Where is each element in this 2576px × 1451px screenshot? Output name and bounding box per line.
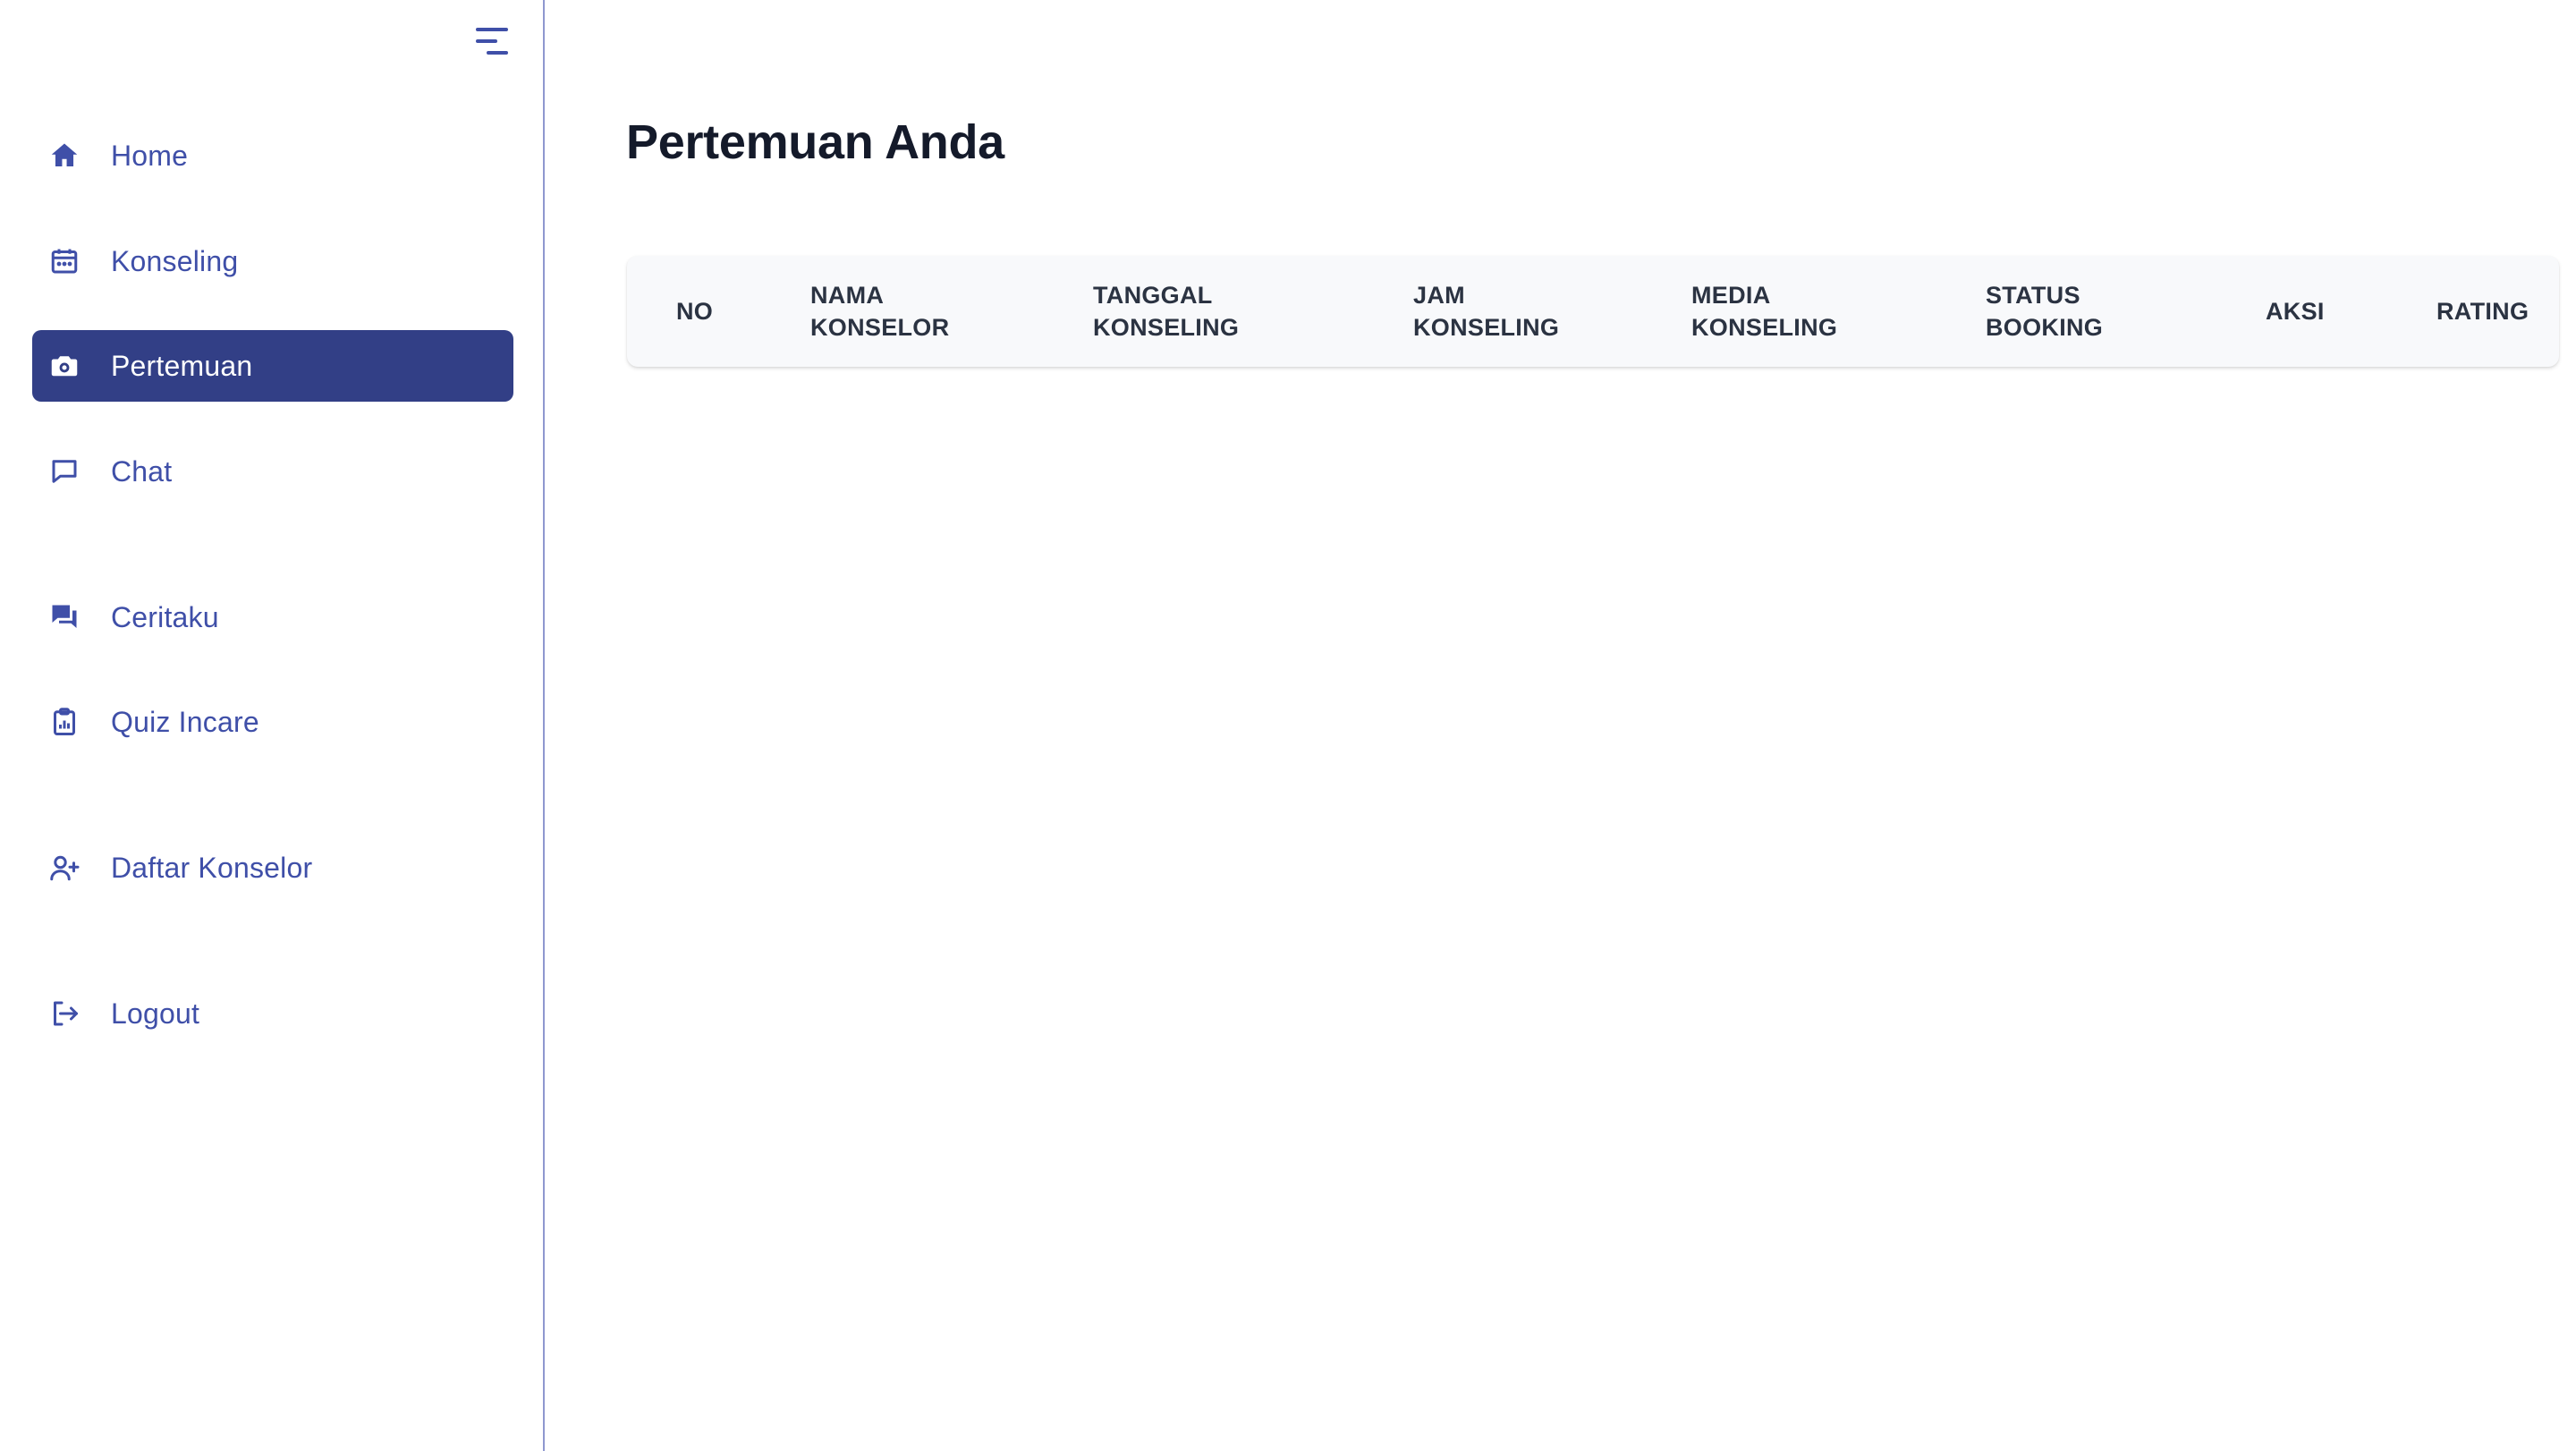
sidebar-item-label: Home: [111, 139, 189, 172]
sidebar-item-label: Daftar Konselor: [111, 851, 313, 884]
sidebar-item-label: Pertemuan: [111, 349, 253, 382]
calendar-icon: [48, 245, 80, 277]
sidebar-item-label: Chat: [111, 454, 173, 488]
logout-icon: [48, 997, 80, 1030]
sidebar-item-label: Konseling: [111, 244, 239, 277]
page-title: Pertemuan Anda: [626, 115, 1004, 169]
menu-toggle-icon[interactable]: [472, 23, 512, 59]
column-header-jam-konseling: JAM KONSELING: [1413, 282, 1560, 341]
sidebar-item-ceritaku[interactable]: Ceritaku: [32, 581, 513, 653]
sidebar-item-chat[interactable]: Chat: [32, 436, 513, 507]
sidebar-item-label: Logout: [111, 997, 200, 1030]
clipboard-chart-icon: [48, 706, 80, 738]
column-header-rating: RATING: [2436, 298, 2529, 325]
sidebar-item-label: Ceritaku: [111, 600, 219, 633]
chat-bubble-icon: [48, 455, 80, 488]
camera-icon: [48, 350, 80, 382]
column-header-status-booking: STATUS BOOKING: [1986, 282, 2104, 341]
meetings-table: NO NAMA KONSELOR TANGGAL KONSELING JAM KONS…: [627, 256, 2559, 367]
column-header-no: NO: [676, 298, 714, 325]
sidebar-item-daftar-konselor[interactable]: Daftar Konselor: [32, 832, 513, 904]
home-icon: [48, 140, 80, 172]
sidebar: Home Konseling Pertemuan Chat Ceritaku Q…: [0, 0, 545, 1451]
chat-alt-icon: [48, 601, 80, 633]
sidebar-item-pertemuan[interactable]: Pertemuan: [32, 330, 513, 402]
column-header-tanggal-konseling: TANGGAL KONSELING: [1093, 282, 1240, 341]
column-header-media-konseling: MEDIA KONSELING: [1691, 282, 1838, 341]
sidebar-item-home[interactable]: Home: [32, 120, 513, 191]
sidebar-item-quiz-incare[interactable]: Quiz Incare: [32, 686, 513, 758]
column-header-nama-konselor: NAMA KONSELOR: [810, 282, 950, 341]
main-content: Pertemuan Anda NO NAMA KONSELOR TANGGAL KO…: [547, 0, 2576, 1451]
sidebar-item-konseling[interactable]: Konseling: [32, 225, 513, 297]
sidebar-item-label: Quiz Incare: [111, 705, 259, 738]
column-header-aksi: AKSI: [2266, 298, 2325, 325]
user-add-icon: [48, 852, 80, 884]
sidebar-item-logout[interactable]: Logout: [32, 978, 513, 1049]
